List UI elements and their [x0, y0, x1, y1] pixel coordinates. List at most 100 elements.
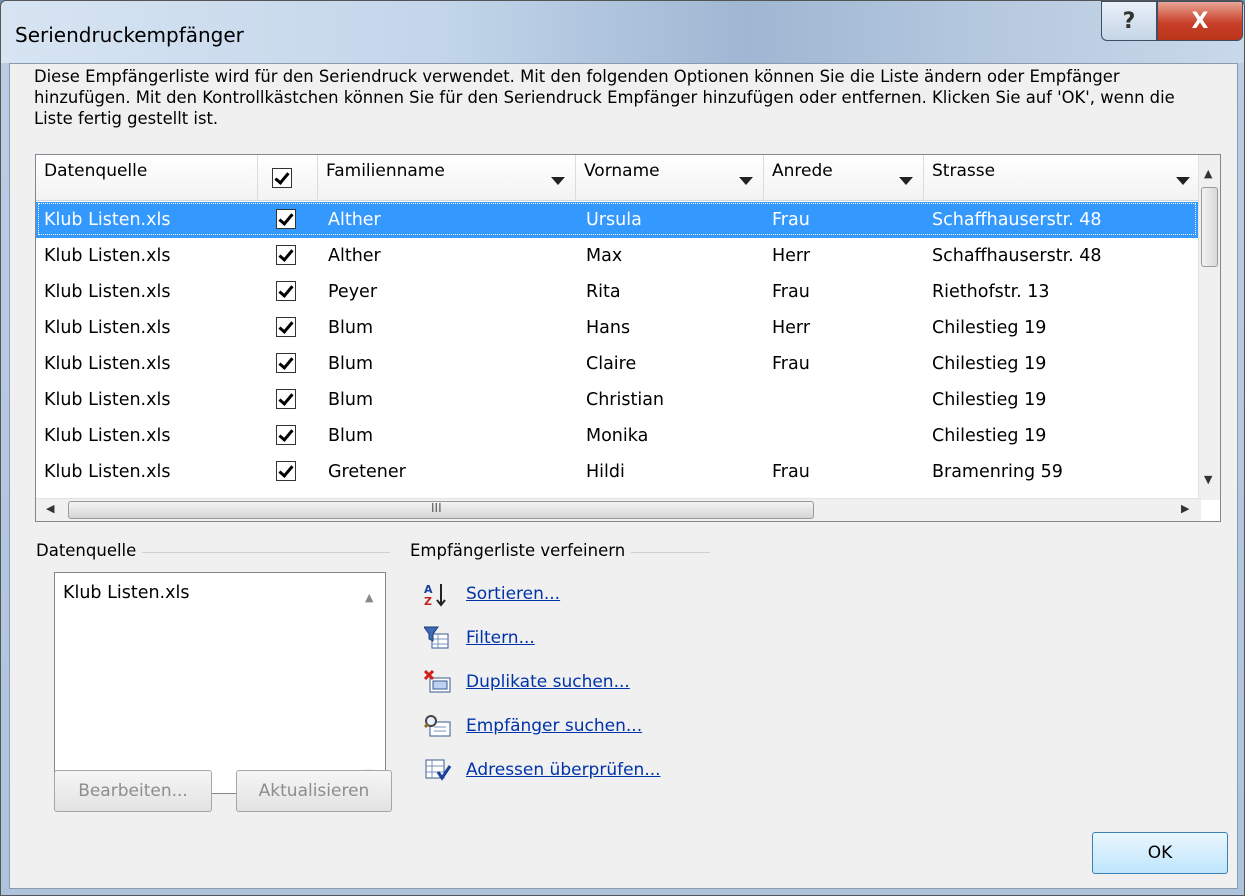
datasource-list[interactable]: Klub Listen.xls ▲ ▼	[54, 572, 386, 794]
list-header: Datenquelle Familienname Vorname Anrede …	[36, 155, 1201, 201]
cell-source: Klub Listen.xls	[44, 462, 171, 482]
table-row[interactable]: Klub Listen.xls Alther Ursula Frau Schaffhau…	[36, 202, 1201, 238]
scroll-grip: III	[431, 501, 442, 515]
cell-last: Blum	[328, 354, 374, 374]
cell-street: Bramenring 59	[932, 462, 1063, 482]
filter-icon	[423, 626, 449, 650]
cell-first: Rita	[586, 282, 621, 302]
recipient-checkbox[interactable]	[276, 281, 296, 301]
sort-dropdown-icon[interactable]	[739, 177, 753, 185]
cell-first: Monika	[586, 426, 649, 446]
table-row[interactable]: Klub Listen.xls Alther Max Herr Schaffhauser…	[36, 238, 1201, 274]
scroll-left-icon[interactable]: ◀	[46, 502, 54, 515]
help-icon: ?	[1122, 8, 1136, 34]
cell-street: Chilestieg 19	[932, 426, 1047, 446]
sort-az-icon: AZ	[424, 582, 448, 608]
description-text: Diese Empfängerliste wird für den Serien…	[34, 67, 1175, 128]
recipient-checkbox[interactable]	[276, 317, 296, 337]
close-icon: X	[1191, 8, 1209, 34]
select-all-checkbox[interactable]	[272, 168, 292, 188]
cell-source: Klub Listen.xls	[44, 282, 171, 302]
recipient-checkbox[interactable]	[276, 209, 296, 229]
cell-last: Blum	[328, 318, 374, 338]
cell-last: Blum	[328, 390, 374, 410]
column-header-familienname[interactable]: Familienname	[318, 155, 576, 200]
validate-addresses-link[interactable]: Adressen überprüfen...	[466, 760, 661, 780]
table-row[interactable]: Klub Listen.xls Blum Christian Chilestieg 1…	[36, 382, 1201, 418]
window-title: Seriendruckempfänger	[15, 23, 244, 47]
cell-street: Riethofstr. 13	[932, 282, 1050, 302]
cell-last: Alther	[328, 246, 381, 266]
table-row[interactable]: Klub Listen.xls Blum Hans Herr Chilestieg 19	[36, 310, 1201, 346]
dialog-window: Seriendruckempfänger ? X Diese Empfänger…	[0, 0, 1245, 896]
cell-street: Chilestieg 19	[932, 390, 1047, 410]
cell-salutation: Frau	[772, 282, 810, 302]
cell-first: Christian	[586, 390, 665, 410]
cell-first: Max	[586, 246, 623, 266]
cell-source: Klub Listen.xls	[44, 390, 171, 410]
cell-street: Chilestieg 19	[932, 318, 1047, 338]
cell-last: Gretener	[328, 462, 406, 482]
cell-salutation: Frau	[772, 462, 810, 482]
scroll-down-icon[interactable]: ▼	[1204, 473, 1212, 486]
cell-source: Klub Listen.xls	[44, 426, 171, 446]
sort-dropdown-icon[interactable]	[551, 177, 565, 185]
cell-salutation: Frau	[772, 210, 810, 230]
table-row[interactable]: Klub Listen.xls Blum Monika Chilestieg 19	[36, 418, 1201, 454]
horizontal-scrollbar[interactable]: ◀ III ▶	[36, 498, 1201, 521]
recipient-checkbox[interactable]	[276, 425, 296, 445]
datasource-item[interactable]: Klub Listen.xls	[63, 583, 189, 603]
cell-first: Hans	[586, 318, 631, 338]
cell-street: Chilestieg 19	[932, 354, 1047, 374]
cell-source: Klub Listen.xls	[44, 318, 171, 338]
horizontal-scroll-thumb[interactable]: III	[68, 501, 814, 519]
table-row[interactable]: Klub Listen.xls Peyer Rita Frau Riethofstr. …	[36, 274, 1201, 310]
recipient-list[interactable]: Datenquelle Familienname Vorname Anrede …	[35, 154, 1221, 522]
recipient-checkbox[interactable]	[276, 353, 296, 373]
column-header-checkbox[interactable]	[258, 155, 318, 200]
edit-button[interactable]: Bearbeiten...	[54, 770, 212, 812]
find-recipient-link[interactable]: Empfänger suchen...	[466, 716, 642, 736]
cell-street: Schaffhauserstr. 48	[932, 210, 1102, 230]
sort-dropdown-icon[interactable]	[899, 177, 913, 185]
column-header-anrede[interactable]: Anrede	[764, 155, 924, 200]
vertical-scroll-thumb[interactable]	[1201, 187, 1218, 267]
datasource-group-label: Datenquelle	[36, 541, 143, 560]
refine-group-label: Empfängerliste verfeinern	[410, 541, 632, 560]
duplicates-icon	[423, 669, 451, 694]
scroll-up-icon[interactable]: ▲	[365, 591, 373, 604]
vertical-scrollbar[interactable]: ▲ ▼	[1198, 155, 1220, 500]
recipient-checkbox[interactable]	[276, 461, 296, 481]
title-bar[interactable]: Seriendruckempfänger ? X	[1, 1, 1244, 63]
scroll-up-icon[interactable]: ▲	[1204, 167, 1212, 180]
dialog-client: Diese Empfängerliste wird für den Serien…	[9, 63, 1238, 889]
recipient-checkbox[interactable]	[276, 245, 296, 265]
find-duplicates-link[interactable]: Duplikate suchen...	[466, 672, 630, 692]
cell-salutation: Herr	[772, 246, 811, 266]
table-row[interactable]: Klub Listen.xls Gretener Hildi Frau Bramenri…	[36, 454, 1201, 490]
recipient-checkbox[interactable]	[276, 389, 296, 409]
cell-last: Blum	[328, 426, 374, 446]
find-recipient-icon	[423, 714, 451, 738]
refresh-button[interactable]: Aktualisieren	[236, 770, 392, 812]
validate-addresses-icon	[424, 758, 452, 782]
cell-last: Alther	[328, 210, 381, 230]
cell-source: Klub Listen.xls	[44, 354, 171, 374]
cell-first: Ursula	[586, 210, 642, 230]
column-header-strasse[interactable]: Strasse	[924, 155, 1201, 200]
scroll-right-icon[interactable]: ▶	[1181, 502, 1189, 515]
close-button[interactable]: X	[1157, 1, 1243, 41]
filter-link[interactable]: Filtern...	[466, 628, 535, 648]
table-row[interactable]: Klub Listen.xls Blum Claire Frau Chilestieg …	[36, 346, 1201, 382]
cell-first: Hildi	[586, 462, 625, 482]
column-header-datasource[interactable]: Datenquelle	[36, 155, 258, 200]
cell-source: Klub Listen.xls	[44, 246, 171, 266]
help-button[interactable]: ?	[1101, 1, 1157, 41]
ok-button[interactable]: OK	[1092, 832, 1228, 874]
sort-dropdown-icon[interactable]	[1176, 177, 1190, 185]
cell-street: Schaffhauserstr. 48	[932, 246, 1102, 266]
cell-last: Peyer	[328, 282, 378, 302]
column-header-vorname[interactable]: Vorname	[576, 155, 764, 200]
sort-link[interactable]: Sortieren...	[466, 584, 560, 604]
svg-text:Z: Z	[424, 595, 432, 608]
